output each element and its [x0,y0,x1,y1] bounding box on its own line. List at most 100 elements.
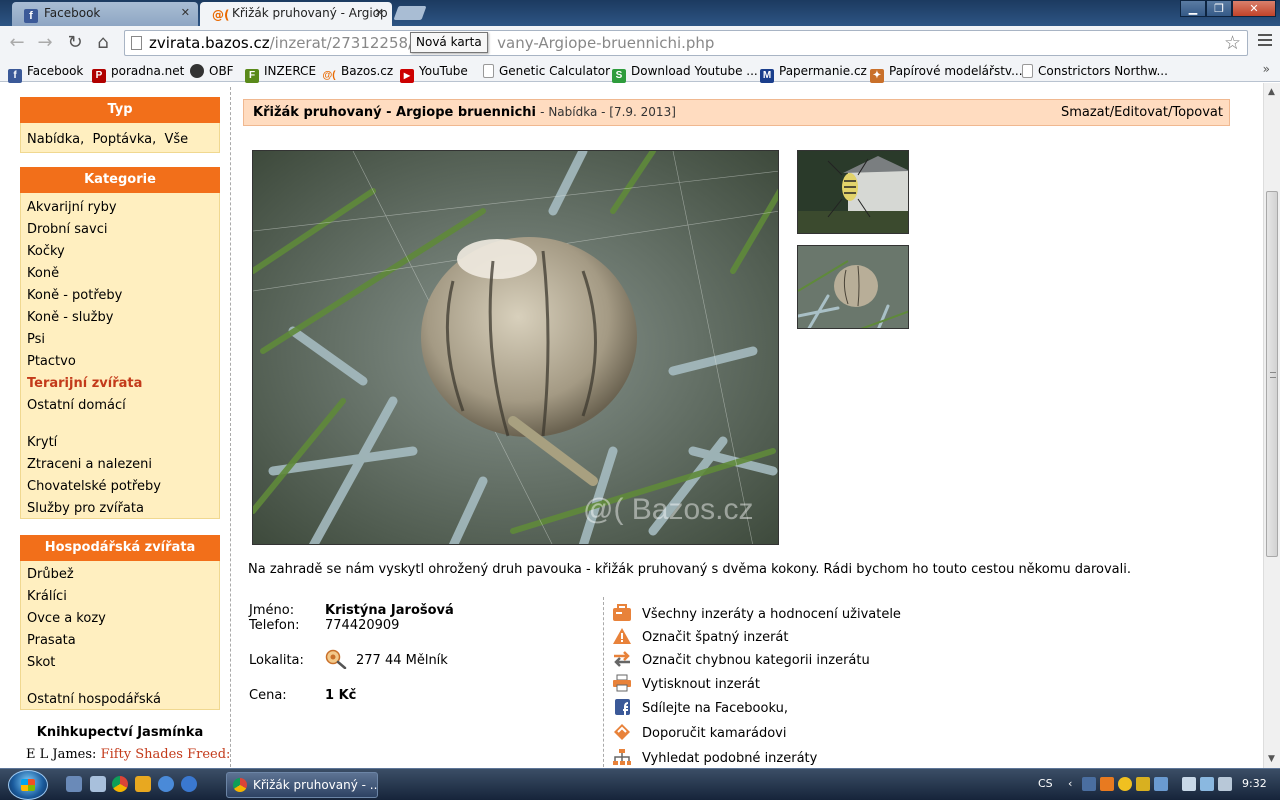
taskbar-chrome-window[interactable]: Křižák pruhovaný - ... [226,772,378,798]
media-icon[interactable] [158,776,174,792]
category-link[interactable]: Koně - služby [27,310,113,325]
category-link-active[interactable]: Terarijní zvířata [27,376,142,391]
close-icon[interactable]: ✕ [181,2,190,24]
bookmark-star-icon[interactable]: ☆ [1224,31,1241,55]
chrome-icon[interactable] [112,776,128,792]
paper-model-icon: ✦ [870,69,884,83]
tray-expand-icon[interactable]: ‹ [1068,777,1082,791]
category-link[interactable]: Služby pro zvířata [27,501,144,516]
winamp-icon[interactable] [135,776,151,792]
windows-taskbar: Křižák pruhovaný - ... CS ‹ 9:32 [0,768,1280,800]
tray-norton-icon[interactable] [1118,777,1132,791]
close-icon[interactable]: ✕ [375,2,384,24]
link-similar-ads[interactable]: Vyhledat podobné inzeráty [612,748,817,768]
scrollbar-thumb[interactable] [1266,191,1278,557]
papermanie-icon: M [760,69,774,83]
ad-main-photo[interactable]: @( Bazos.cz [252,150,779,545]
tray-network-icon[interactable] [1154,777,1168,791]
bookmark-inzerce[interactable]: F INZERCE [245,62,316,83]
ad-header: Křižák pruhovaný - Argiope bruennichi - … [243,99,1230,126]
tray-usb-icon[interactable] [1182,777,1196,791]
category-link[interactable]: Drobní savci [27,222,107,237]
tray-shield-icon[interactable] [1136,777,1150,791]
facebook-icon: f [24,9,38,23]
type-filter-poptavka[interactable]: Poptávka [92,132,152,147]
link-print-ad[interactable]: Vytisknout inzerát [612,674,760,694]
page-scrollbar[interactable]: ▲ ▼ [1263,83,1280,768]
printer-icon [613,674,631,692]
sidebar-kategorie-title: Kategorie [20,167,220,193]
new-tab-button[interactable] [393,6,427,20]
category-link[interactable]: Prasata [27,633,76,648]
bookmark-poradna[interactable]: Pporadna.net [92,62,184,83]
category-link[interactable]: Ostatní domácí [27,398,126,413]
category-link[interactable]: Chovatelské potřeby [27,479,161,494]
category-link[interactable]: Drůbež [27,567,74,582]
category-link[interactable]: Skot [27,655,55,670]
photo-watermark: @( Bazos.cz [583,493,754,526]
map-search-icon[interactable] [325,649,347,669]
reload-icon[interactable]: ↻ [64,32,86,54]
forward-arrow-icon[interactable]: → [34,32,56,54]
category-link[interactable]: Ostatní hospodářská [27,692,161,707]
facebook-icon: f [8,69,22,83]
bookmark-obf[interactable]: OBF [190,62,234,80]
ad-thumbnail-active[interactable] [797,245,909,329]
scroll-up-icon[interactable]: ▲ [1268,87,1275,97]
category-link[interactable]: Kočky [27,244,65,259]
bookmark-bazos[interactable]: @(Bazos.cz [322,62,393,83]
maximize-button[interactable]: ❐ [1206,0,1232,17]
price-label: Cena: [249,688,287,703]
bookmark-constrictors[interactable]: Constrictors Northw... [1022,62,1168,80]
tray-app-icon[interactable] [1100,777,1114,791]
tab-bazos-ad[interactable]: @(Křižák pruhovaný - Argiop ✕ [200,2,392,27]
bookmark-paper-models[interactable]: ✦ Papírové modelářstv... [870,62,1023,83]
category-link[interactable]: Koně [27,266,59,281]
phone-label: Telefon: [249,618,300,633]
tab-label: Křižák pruhovaný - Argiop [232,6,388,20]
bookmarks-more-button[interactable]: » [1263,62,1270,76]
bookmark-facebook[interactable]: f Facebook [8,62,83,83]
explorer-icon[interactable] [90,776,106,792]
back-arrow-icon[interactable]: ← [6,32,28,54]
category-link[interactable]: Psi [27,332,45,347]
tray-monitor-icon[interactable] [1200,777,1214,791]
ad-thumbnail[interactable] [797,150,909,234]
internet-explorer-icon[interactable] [181,776,197,792]
category-link[interactable]: Králíci [27,589,67,604]
bookmark-youtube[interactable]: ▶ YouTube [400,62,468,83]
menu-icon[interactable] [1258,34,1272,49]
category-link[interactable]: Ptactvo [27,354,76,369]
start-button[interactable] [8,770,48,800]
home-icon[interactable]: ⌂ [92,32,114,54]
link-user-ads[interactable]: Všechny inzeráty a hodnocení uživatele [612,604,901,624]
name-label: Jméno: [249,603,295,618]
tray-flash-icon[interactable] [1082,777,1096,791]
minimize-button[interactable]: ▁ [1180,0,1206,17]
link-recommend-friend[interactable]: Doporučit kamarádovi [612,723,786,743]
type-filter-nabidka[interactable]: Nabídka [27,132,80,147]
category-link[interactable]: Krytí [27,435,57,450]
window-close-button[interactable]: ✕ [1232,0,1276,17]
seller-location[interactable]: 277 44 Mělník [356,653,448,668]
tab-facebook[interactable]: f Facebook ✕ [12,2,198,26]
scroll-down-icon[interactable]: ▼ [1268,754,1275,764]
bookmark-download-youtube[interactable]: S Download Youtube ... [612,62,758,83]
bookmark-papermanie[interactable]: M Papermanie.cz [760,62,867,83]
tray-volume-icon[interactable] [1218,777,1232,791]
language-indicator[interactable]: CS [1038,777,1053,790]
category-link[interactable]: Koně - potřeby [27,288,122,303]
bookmark-genetic-calculator[interactable]: Genetic Calculator [483,62,610,80]
category-link[interactable]: Ztraceni a nalezeni [27,457,152,472]
link-wrong-category[interactable]: Označit chybnou kategorii inzerátu [612,650,870,670]
category-link[interactable]: Akvarijní ryby [27,200,117,215]
link-share-facebook[interactable]: Sdílejte na Facebooku, [612,698,788,718]
show-desktop-icon[interactable] [66,776,82,792]
address-bar[interactable]: zvirata.bazos.cz/inzerat/27312258/Kr vany… [124,30,1248,56]
category-link[interactable]: Ovce a kozy [27,611,106,626]
ad-edit-link[interactable]: Smazat/Editovat/Topovat [1061,105,1223,120]
promo-book-link[interactable]: E L James: Fifty Shades Freed: [26,747,230,762]
type-filter-vse[interactable]: Vše [165,132,189,147]
link-report-ad[interactable]: Označit špatný inzerát [612,627,789,647]
location-label: Lokalita: [249,653,304,668]
